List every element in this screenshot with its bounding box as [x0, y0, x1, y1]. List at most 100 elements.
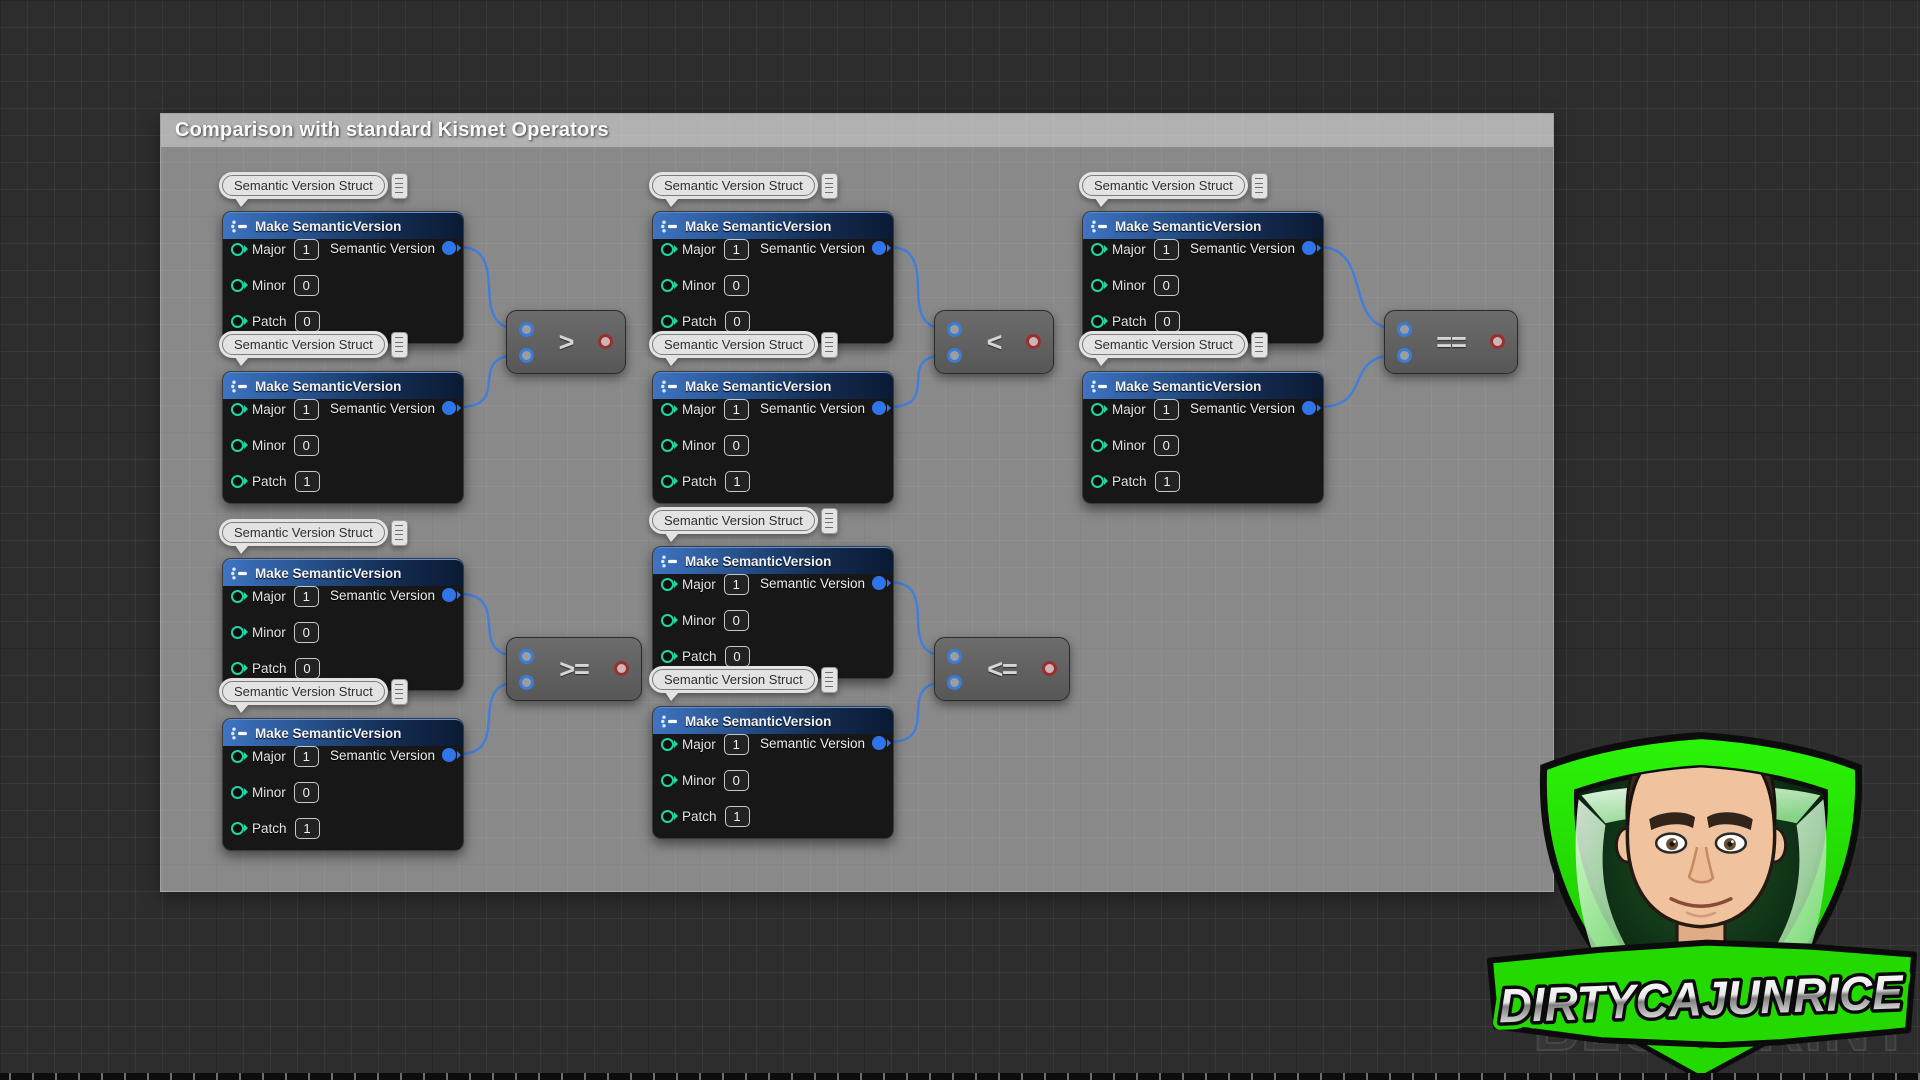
int-input-pin[interactable]: [231, 475, 244, 488]
int-input-pin[interactable]: [1091, 243, 1104, 256]
operator-node-greater[interactable]: >: [506, 310, 626, 374]
int-input-pin[interactable]: [231, 315, 244, 328]
value-input[interactable]: 1: [1154, 239, 1179, 260]
int-input-pin[interactable]: [231, 750, 244, 763]
int-input-pin[interactable]: [231, 626, 244, 639]
comment-bubble[interactable]: Semantic Version Struct: [1082, 331, 1267, 358]
value-input[interactable]: 0: [1154, 435, 1179, 456]
struct-output-pin[interactable]: [442, 241, 456, 255]
value-input[interactable]: 0: [1155, 311, 1180, 332]
struct-output-pin[interactable]: [1302, 241, 1316, 255]
value-input[interactable]: 0: [724, 610, 749, 631]
struct-output-pin[interactable]: [872, 576, 886, 590]
int-input-pin[interactable]: [1091, 439, 1104, 452]
make-semanticversion-node[interactable]: Make SemanticVersionMajor1Minor0Patch0Se…: [1082, 211, 1324, 344]
operator-node-less-equal[interactable]: <=: [934, 637, 1070, 701]
make-semanticversion-node[interactable]: Make SemanticVersionMajor1Minor0Patch0Se…: [652, 546, 894, 679]
comment-bubble[interactable]: Semantic Version Struct: [1082, 172, 1267, 199]
bubble-pin-icon[interactable]: [392, 521, 407, 545]
value-input[interactable]: 1: [724, 399, 749, 420]
value-input[interactable]: 1: [294, 586, 319, 607]
value-input[interactable]: 1: [725, 471, 750, 492]
comment-bubble[interactable]: Semantic Version Struct: [652, 507, 837, 534]
make-semanticversion-node[interactable]: Make SemanticVersionMajor1Minor0Patch1Se…: [222, 371, 464, 504]
int-input-pin[interactable]: [661, 439, 674, 452]
value-input[interactable]: 0: [294, 622, 319, 643]
operator-node-equal[interactable]: ==: [1384, 310, 1518, 374]
bubble-pin-icon[interactable]: [392, 680, 407, 704]
comment-bubble[interactable]: Semantic Version Struct: [222, 331, 407, 358]
value-input[interactable]: 1: [295, 471, 320, 492]
make-semanticversion-node[interactable]: Make SemanticVersionMajor1Minor0Patch1Se…: [1082, 371, 1324, 504]
graph-canvas[interactable]: Comparison with standard Kismet Operator…: [0, 0, 1920, 1080]
value-input[interactable]: 0: [295, 658, 320, 679]
struct-output-pin[interactable]: [1302, 401, 1316, 415]
bubble-pin-icon[interactable]: [822, 509, 837, 533]
struct-output-pin[interactable]: [442, 748, 456, 762]
value-input[interactable]: 0: [725, 646, 750, 667]
value-input[interactable]: 0: [295, 311, 320, 332]
bubble-pin-icon[interactable]: [1252, 333, 1267, 357]
value-input[interactable]: 0: [294, 435, 319, 456]
comment-bubble[interactable]: Semantic Version Struct: [222, 678, 407, 705]
int-input-pin[interactable]: [661, 578, 674, 591]
struct-output-pin[interactable]: [872, 401, 886, 415]
make-semanticversion-node[interactable]: Make SemanticVersionMajor1Minor0Patch1Se…: [222, 718, 464, 851]
operator-node-greater-equal[interactable]: >=: [506, 637, 642, 701]
value-input[interactable]: 1: [1155, 471, 1180, 492]
int-input-pin[interactable]: [661, 774, 674, 787]
value-input[interactable]: 1: [724, 239, 749, 260]
int-input-pin[interactable]: [1091, 475, 1104, 488]
int-input-pin[interactable]: [661, 650, 674, 663]
value-input[interactable]: 1: [724, 574, 749, 595]
comment-title-bar[interactable]: Comparison with standard Kismet Operator…: [161, 114, 1553, 147]
value-input[interactable]: 0: [724, 275, 749, 296]
value-input[interactable]: 1: [294, 399, 319, 420]
comment-bubble[interactable]: Semantic Version Struct: [222, 519, 407, 546]
int-input-pin[interactable]: [231, 822, 244, 835]
int-input-pin[interactable]: [231, 243, 244, 256]
int-input-pin[interactable]: [661, 475, 674, 488]
make-semanticversion-node[interactable]: Make SemanticVersionMajor1Minor0Patch0Se…: [222, 211, 464, 344]
int-input-pin[interactable]: [1091, 315, 1104, 328]
value-input[interactable]: 0: [294, 275, 319, 296]
comment-bubble[interactable]: Semantic Version Struct: [222, 172, 407, 199]
struct-output-pin[interactable]: [442, 401, 456, 415]
int-input-pin[interactable]: [231, 279, 244, 292]
value-input[interactable]: 1: [294, 746, 319, 767]
bubble-pin-icon[interactable]: [392, 333, 407, 357]
comment-bubble[interactable]: Semantic Version Struct: [652, 666, 837, 693]
value-input[interactable]: 1: [295, 818, 320, 839]
value-input[interactable]: 0: [724, 435, 749, 456]
make-semanticversion-node[interactable]: Make SemanticVersionMajor1Minor0Patch0Se…: [222, 558, 464, 691]
value-input[interactable]: 0: [725, 311, 750, 332]
value-input[interactable]: 1: [294, 239, 319, 260]
int-input-pin[interactable]: [1091, 279, 1104, 292]
make-semanticversion-node[interactable]: Make SemanticVersionMajor1Minor0Patch1Se…: [652, 371, 894, 504]
int-input-pin[interactable]: [661, 614, 674, 627]
value-input[interactable]: 1: [1154, 399, 1179, 420]
struct-output-pin[interactable]: [872, 241, 886, 255]
comment-bubble[interactable]: Semantic Version Struct: [652, 331, 837, 358]
bubble-pin-icon[interactable]: [822, 668, 837, 692]
bubble-pin-icon[interactable]: [822, 333, 837, 357]
int-input-pin[interactable]: [661, 810, 674, 823]
make-semanticversion-node[interactable]: Make SemanticVersionMajor1Minor0Patch0Se…: [652, 211, 894, 344]
bubble-pin-icon[interactable]: [1252, 174, 1267, 198]
value-input[interactable]: 1: [724, 734, 749, 755]
value-input[interactable]: 0: [1154, 275, 1179, 296]
int-input-pin[interactable]: [231, 590, 244, 603]
int-input-pin[interactable]: [231, 662, 244, 675]
comment-bubble[interactable]: Semantic Version Struct: [652, 172, 837, 199]
struct-output-pin[interactable]: [442, 588, 456, 602]
int-input-pin[interactable]: [231, 439, 244, 452]
make-semanticversion-node[interactable]: Make SemanticVersionMajor1Minor0Patch1Se…: [652, 706, 894, 839]
int-input-pin[interactable]: [661, 403, 674, 416]
value-input[interactable]: 1: [725, 806, 750, 827]
int-input-pin[interactable]: [1091, 403, 1104, 416]
int-input-pin[interactable]: [661, 315, 674, 328]
struct-output-pin[interactable]: [872, 736, 886, 750]
value-input[interactable]: 0: [724, 770, 749, 791]
value-input[interactable]: 0: [294, 782, 319, 803]
int-input-pin[interactable]: [231, 786, 244, 799]
